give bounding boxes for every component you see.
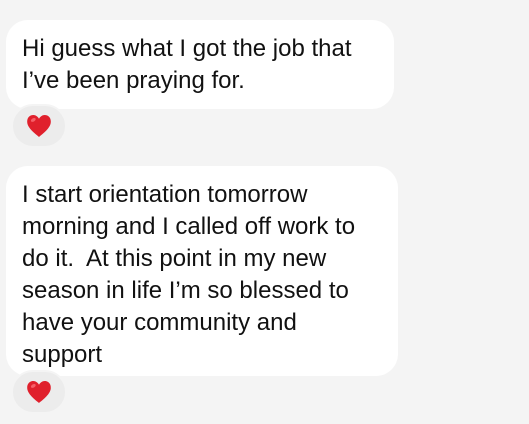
message-text: I start orientation tomorrow morning and… [22, 181, 356, 368]
red-heart-icon [27, 115, 51, 137]
red-heart-icon [27, 381, 51, 403]
reaction-badge[interactable] [11, 104, 67, 148]
message-bubble[interactable]: I start orientation tomorrow morning and… [6, 166, 398, 376]
message-text: Hi guess what I got the job that I’ve be… [22, 35, 352, 94]
message-bubble[interactable]: Hi guess what I got the job that I’ve be… [6, 20, 394, 109]
reaction-badge[interactable] [11, 370, 67, 414]
